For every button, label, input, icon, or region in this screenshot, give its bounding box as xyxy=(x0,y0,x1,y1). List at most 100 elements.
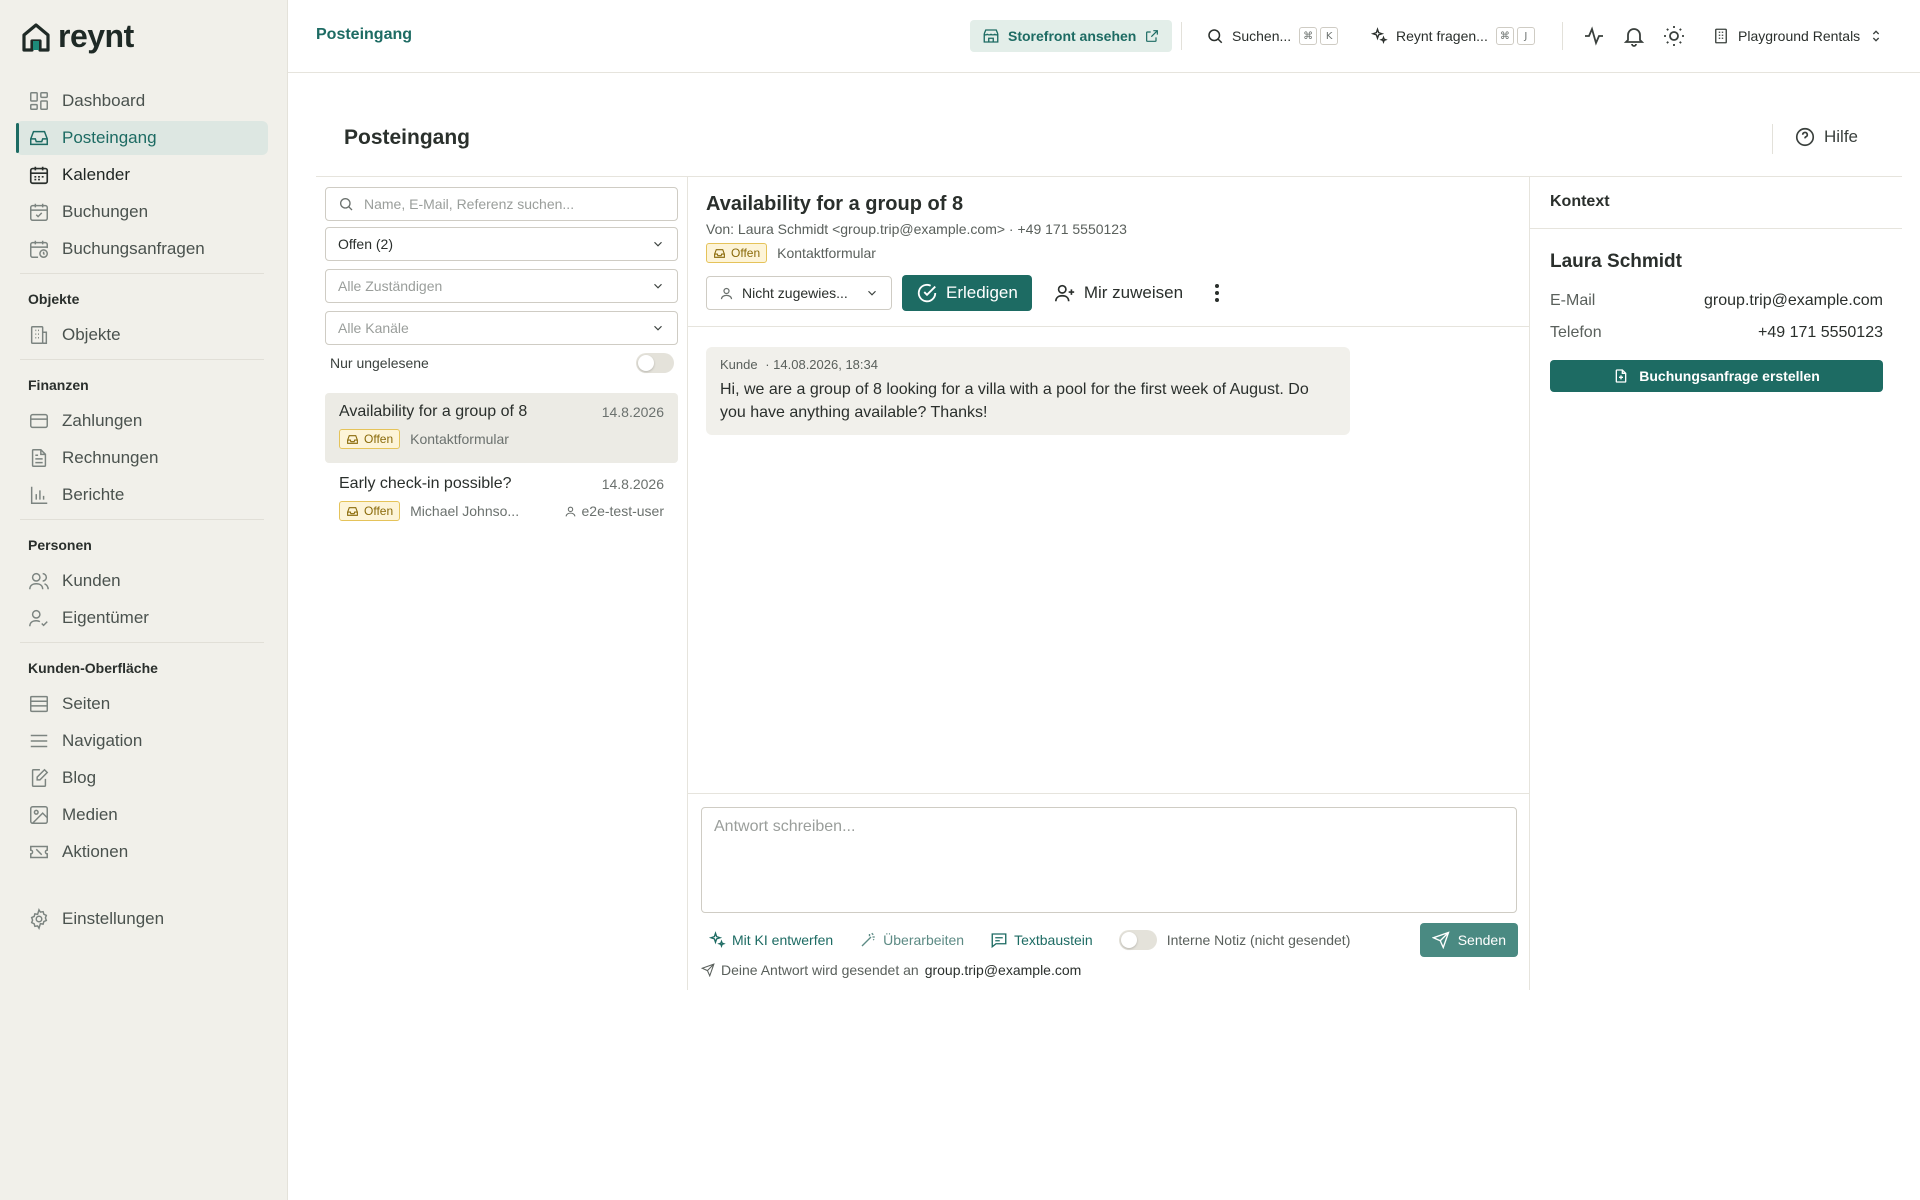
sidebar-item-navigation[interactable]: Navigation xyxy=(16,724,268,758)
sidebar: reynt Dashboard Posteingang Kalender Buc… xyxy=(0,0,288,1200)
breadcrumb[interactable]: Posteingang xyxy=(316,26,412,44)
internal-note-label: Interne Notiz (nicht gesendet) xyxy=(1166,932,1351,948)
resolve-button[interactable]: Erledigen xyxy=(902,275,1032,311)
assignee-select[interactable]: Nicht zugewies... xyxy=(706,276,892,310)
reply-composer xyxy=(701,807,1517,913)
contact-email-value[interactable]: group.trip@example.com xyxy=(1704,292,1883,310)
kbd-key: K xyxy=(1320,27,1339,45)
sidebar-item-calendar[interactable]: Kalender xyxy=(16,158,268,192)
sidebar-item-bookings[interactable]: Buchungen xyxy=(16,195,268,229)
sidebar-item-label: Medien xyxy=(62,805,118,824)
channel-filter-placeholder: Alle Kanäle xyxy=(338,320,409,336)
section-heading-finanzen: Finanzen xyxy=(28,377,89,393)
calendar-icon xyxy=(29,166,49,185)
internal-note-toggle[interactable] xyxy=(1118,930,1157,950)
conversation-item[interactable]: Availability for a group of 8 14.8.2026 … xyxy=(325,393,678,463)
sidebar-item-promotions[interactable]: Aktionen xyxy=(16,835,268,869)
ask-ai-button[interactable]: Reynt fragen... ⌘ J xyxy=(1370,24,1535,48)
section-heading-objekte: Objekte xyxy=(28,291,80,307)
help-button[interactable]: Hilfe xyxy=(1794,126,1858,148)
house-logo-icon xyxy=(22,22,50,52)
revise-button[interactable]: Überarbeiten xyxy=(859,931,964,949)
snippet-button[interactable]: Textbaustein xyxy=(990,931,1093,949)
assignee-filter[interactable]: Alle Zuständigen xyxy=(325,269,678,303)
file-plus-icon xyxy=(1615,369,1627,383)
bell-icon[interactable] xyxy=(1622,24,1646,48)
divider xyxy=(20,359,264,360)
sidebar-item-media[interactable]: Medien xyxy=(16,798,268,832)
conversation-detail-panel: Availability for a group of 8 Von: Laura… xyxy=(688,177,1530,990)
storefront-button[interactable]: Storefront ansehen xyxy=(970,20,1173,52)
reply-textarea[interactable] xyxy=(714,818,1504,902)
status-badge-label: Offen xyxy=(364,432,394,446)
sidebar-item-reports[interactable]: Berichte xyxy=(16,478,268,512)
sidebar-item-owners[interactable]: Eigentümer xyxy=(16,601,268,635)
assignee-filter-placeholder: Alle Zuständigen xyxy=(338,278,443,294)
sidebar-item-invoices[interactable]: Rechnungen xyxy=(16,441,268,475)
sidebar-item-blog[interactable]: Blog xyxy=(16,761,268,795)
conversation-item[interactable]: Early check-in possible? 14.8.2026 Offen… xyxy=(325,465,678,535)
sidebar-item-payments[interactable]: Zahlungen xyxy=(16,404,268,438)
send-icon xyxy=(1431,931,1450,949)
status-badge-label: Offen xyxy=(364,504,394,518)
search-icon xyxy=(1208,29,1223,44)
storefront-label: Storefront ansehen xyxy=(1008,28,1137,44)
send-button[interactable]: Senden xyxy=(1419,923,1518,957)
contact-phone-value[interactable]: +49 171 5550123 xyxy=(1758,324,1883,342)
message-text: Hi, we are a group of 8 looking for a vi… xyxy=(720,381,1309,421)
sidebar-item-label: Blog xyxy=(62,768,97,787)
sidebar-item-customers[interactable]: Kunden xyxy=(16,564,268,598)
brand-logo[interactable]: reynt xyxy=(20,18,134,55)
status-filter[interactable]: Offen (2) xyxy=(325,227,678,261)
org-name: Playground Rentals xyxy=(1738,28,1861,44)
conversation-title: Availability for a group of 8 xyxy=(339,403,528,420)
channel-filter[interactable]: Alle Kanäle xyxy=(325,311,678,345)
sidebar-item-label: Buchungen xyxy=(62,202,149,221)
sidebar-item-settings[interactable]: Einstellungen xyxy=(16,902,268,936)
divider xyxy=(20,273,264,274)
conversation-search[interactable] xyxy=(325,187,678,221)
contact-email-row: E-Mail group.trip@example.com xyxy=(1550,292,1883,310)
status-filter-value: Offen (2) xyxy=(338,236,393,252)
conversation-channel: Kontaktformular xyxy=(777,245,876,261)
assign-to-me-button[interactable]: Mir zuweisen xyxy=(1042,275,1195,311)
chevron-down-icon xyxy=(654,283,662,289)
message-square-icon xyxy=(991,933,1007,949)
sun-icon[interactable] xyxy=(1662,24,1686,48)
unread-only-toggle[interactable] xyxy=(636,353,674,373)
contact-email-key: E-Mail xyxy=(1550,292,1596,309)
sidebar-item-pages[interactable]: Seiten xyxy=(16,687,268,721)
create-booking-request-label: Buchungsanfrage erstellen xyxy=(1639,368,1820,384)
sidebar-item-label: Navigation xyxy=(62,731,143,750)
conversation-title: Early check-in possible? xyxy=(339,475,512,492)
divider xyxy=(20,642,264,643)
sidebar-item-properties[interactable]: Objekte xyxy=(16,318,268,352)
ticket-icon xyxy=(30,845,48,859)
store-icon xyxy=(983,29,999,43)
sidebar-item-label: Objekte xyxy=(62,325,121,344)
more-options-button[interactable] xyxy=(1205,275,1229,311)
ai-draft-button[interactable]: Mit KI entwerfen xyxy=(708,931,833,949)
sidebar-item-label: Dashboard xyxy=(62,91,146,110)
sidebar-item-label: Aktionen xyxy=(62,842,129,861)
conversation-date: 14.8.2026 xyxy=(601,404,664,420)
sidebar-item-inbox[interactable]: Posteingang xyxy=(16,121,268,155)
sparkles-icon xyxy=(708,931,726,948)
search-button[interactable]: Suchen... ⌘ K xyxy=(1206,24,1339,48)
user-icon xyxy=(720,287,733,299)
divider xyxy=(688,326,1530,327)
sidebar-item-label: Buchungsanfragen xyxy=(62,239,205,258)
user-icon xyxy=(565,506,575,516)
status-badge: Offen xyxy=(339,429,401,449)
search-input[interactable] xyxy=(364,196,664,212)
org-switcher[interactable]: Playground Rentals xyxy=(1712,24,1884,48)
layout-icon xyxy=(30,695,48,713)
sidebar-item-dashboard[interactable]: Dashboard xyxy=(16,84,268,118)
help-label: Hilfe xyxy=(1824,127,1859,146)
create-booking-request-button[interactable]: Buchungsanfrage erstellen xyxy=(1550,360,1883,392)
chevron-down-icon xyxy=(654,241,662,247)
sidebar-item-label: Berichte xyxy=(62,485,125,504)
sidebar-item-booking-requests[interactable]: Buchungsanfragen xyxy=(16,232,268,266)
activity-icon[interactable] xyxy=(1582,24,1606,48)
divider xyxy=(1181,22,1182,50)
